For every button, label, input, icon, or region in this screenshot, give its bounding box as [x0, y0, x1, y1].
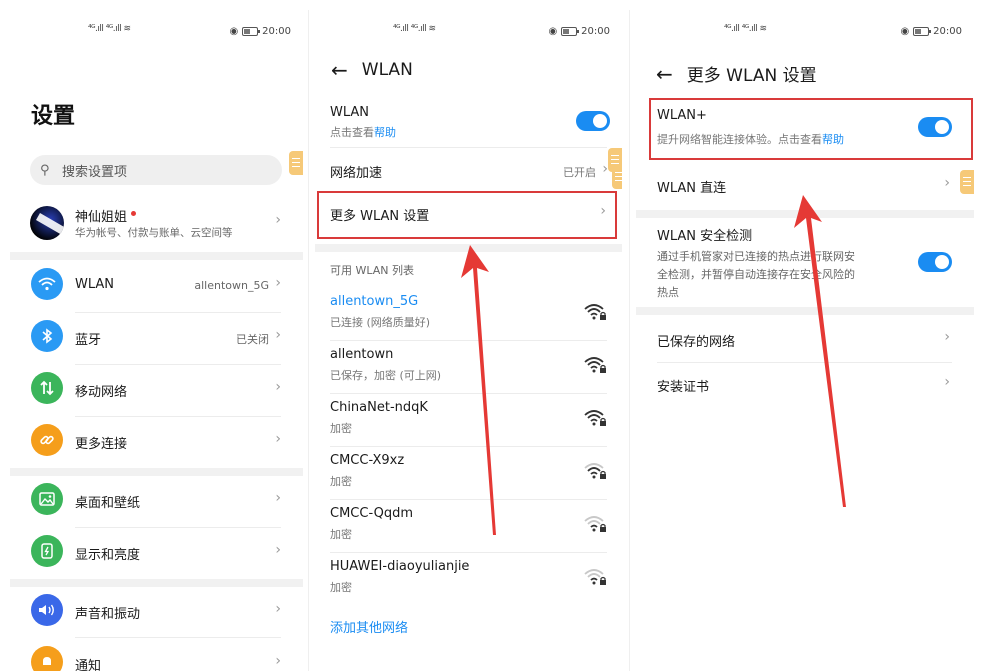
annotation-arrow — [794, 195, 846, 507]
annotation-arrow — [461, 245, 496, 535]
annotation-arrows — [461, 195, 846, 535]
